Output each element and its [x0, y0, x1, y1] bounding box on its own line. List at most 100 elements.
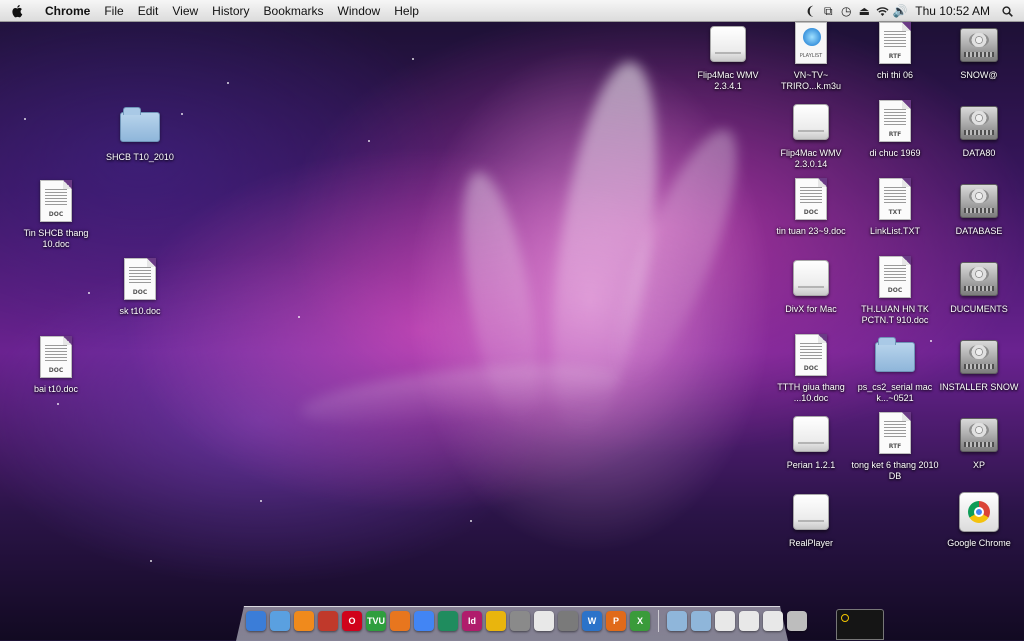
desktop-icon-doc[interactable]: DOC bai t10.doc [12, 336, 100, 395]
menu-clock[interactable]: Thu 10:52 AM [909, 4, 998, 18]
menu-bookmarks[interactable]: Bookmarks [257, 0, 331, 22]
desktop-icon-label: VN~TV~ TRIRO...k.m3u [780, 70, 841, 91]
document-icon: DOC [120, 258, 160, 302]
desktop-icon-hard-drive[interactable]: SNOW@ [935, 22, 1023, 81]
desktop-icon-doc[interactable]: RTF tong ket 6 thang 2010 DB [851, 412, 939, 482]
hard-drive-icon [959, 412, 999, 456]
desktop-icon-label: TH.LUAN HN TK PCTN.T 910.doc [861, 304, 929, 325]
tvu-icon[interactable]: TVU [366, 611, 386, 631]
desktop-icon-label: sk t10.doc [119, 306, 161, 316]
joystick-icon[interactable] [318, 611, 338, 631]
menu-bar: Chrome File Edit View History Bookmarks … [0, 0, 1024, 22]
desktop-icon-label: Perian 1.2.1 [786, 460, 836, 470]
desktop-icon-doc[interactable]: RTF chi thi 06 [851, 22, 939, 81]
playlist-icon: PLAYLIST [791, 22, 831, 66]
vlc-icon[interactable] [294, 611, 314, 631]
desktop-icon-label: SHCB T10_2010 [106, 152, 174, 162]
minimized-window-thumbnail[interactable] [836, 609, 884, 640]
desktop-icon-disk-image[interactable]: RealPlayer [767, 490, 855, 549]
file-type-tag: TXT [888, 209, 902, 216]
menu-help[interactable]: Help [387, 0, 426, 22]
document-icon: TXT [875, 178, 915, 222]
menu-window[interactable]: Window [331, 0, 388, 22]
desktop-icon-folder[interactable]: SHCB T10_2010 [96, 104, 184, 163]
adium-icon[interactable] [486, 611, 506, 631]
desktop-icon-hard-drive[interactable]: DATABASE [935, 178, 1023, 237]
spotlight-search-icon[interactable] [998, 0, 1016, 22]
menu-extras: ❨ ⧉ ◷ ⏏ 🔊 Thu 10:52 AM [801, 0, 1024, 22]
desktop-icon-hard-drive[interactable]: DATA80 [935, 100, 1023, 159]
desktop-icon-disk-image[interactable]: DivX for Mac [767, 256, 855, 315]
desktop-icon-doc[interactable]: DOC Tin SHCB thang 10.doc [12, 180, 100, 250]
documents-stack-icon[interactable] [691, 611, 711, 631]
desktop-icon-label: LinkList.TXT [869, 226, 920, 236]
desktop-icon-doc[interactable]: TXT LinkList.TXT [851, 178, 939, 237]
desktop-icon-google-chrome[interactable]: Google Chrome [935, 490, 1023, 549]
file-type-tag: DOC [48, 367, 64, 374]
desktop-icon-label: RealPlayer [788, 538, 834, 548]
desktop-icon-disk-image[interactable]: Perian 1.2.1 [767, 412, 855, 471]
desktop-icon-folder[interactable]: ps_cs2_serial mac k...~0521 [851, 334, 939, 404]
document-icon: DOC [36, 336, 76, 380]
document-stack-icon[interactable] [739, 611, 759, 631]
disk-image-icon [791, 412, 831, 456]
word-icon[interactable]: W [582, 611, 602, 631]
excel-icon[interactable]: X [630, 611, 650, 631]
script-menu-icon[interactable]: ❨ [801, 0, 819, 22]
chrome-icon[interactable] [414, 611, 434, 631]
downloads-stack-icon[interactable] [715, 611, 735, 631]
dock-separator [658, 610, 659, 632]
finder-icon[interactable] [246, 611, 266, 631]
desktop-icon-doc[interactable]: DOC tin tuan 23~9.doc [767, 178, 855, 237]
folder-icon [875, 334, 915, 378]
time-machine-icon[interactable]: ◷ [837, 0, 855, 22]
applications-stack-icon[interactable] [667, 611, 687, 631]
file-type-tag: RTF [888, 131, 902, 138]
desktop-icon-label: SNOW@ [960, 70, 998, 80]
system-prefs-icon[interactable] [558, 611, 578, 631]
desktop-icon-hard-drive[interactable]: XP [935, 412, 1023, 471]
desktop-icon-doc[interactable]: RTF di chuc 1969 [851, 100, 939, 159]
opera-icon[interactable]: O [342, 611, 362, 631]
dock-items: O TVU Id W P X [244, 608, 809, 634]
trash-icon[interactable] [787, 611, 807, 631]
desktop-icon-doc[interactable]: DOC TH.LUAN HN TK PCTN.T 910.doc [851, 256, 939, 326]
menu-file[interactable]: File [97, 0, 130, 22]
folder-icon [120, 104, 160, 148]
folder-stack-icon[interactable] [763, 611, 783, 631]
wifi-icon[interactable] [873, 0, 891, 22]
sync-icon[interactable]: ⧉ [819, 0, 837, 22]
desktop-icon-label: chi thi 06 [876, 70, 914, 80]
desktop-icon-disk-image[interactable]: Flip4Mac WMV 2.3.4.1 [684, 22, 772, 92]
desktop-icon-hard-drive[interactable]: INSTALLER SNOW [935, 334, 1023, 393]
preview-icon[interactable] [510, 611, 530, 631]
desktop-icon-label: tin tuan 23~9.doc [776, 226, 846, 236]
powerpoint-icon[interactable]: P [606, 611, 626, 631]
desktop-icon-doc[interactable]: DOC TTTH giua thang ...10.doc [767, 334, 855, 404]
safari-icon[interactable] [270, 611, 290, 631]
volume-icon[interactable]: 🔊 [891, 0, 909, 22]
menu-view[interactable]: View [165, 0, 205, 22]
menu-history[interactable]: History [205, 0, 256, 22]
file-type-tag: DOC [132, 289, 148, 296]
desktop-icon-doc[interactable]: DOC sk t10.doc [96, 258, 184, 317]
menu-edit[interactable]: Edit [131, 0, 166, 22]
dreamweaver-icon[interactable] [438, 611, 458, 631]
file-type-tag: DOC [48, 211, 64, 218]
eject-icon[interactable]: ⏏ [855, 0, 873, 22]
desktop-icon-label: DATABASE [955, 226, 1003, 236]
disk-image-icon [791, 256, 831, 300]
apple-menu-icon[interactable] [12, 4, 24, 18]
desktop-icon-playlist[interactable]: PLAYLIST VN~TV~ TRIRO...k.m3u [767, 22, 855, 92]
document-icon: DOC [791, 178, 831, 222]
desktop-icon-hard-drive[interactable]: DUCUMENTS [935, 256, 1023, 315]
menu-app-name[interactable]: Chrome [38, 0, 97, 22]
desktop-icon-disk-image[interactable]: Flip4Mac WMV 2.3.0.14 [767, 100, 855, 170]
firefox-icon[interactable] [390, 611, 410, 631]
google-chrome-icon [959, 490, 999, 534]
document-icon: DOC [36, 180, 76, 224]
indesign-icon[interactable]: Id [462, 611, 482, 631]
textedit-icon[interactable] [534, 611, 554, 631]
document-icon: RTF [875, 412, 915, 456]
desktop-icon-label: di chuc 1969 [869, 148, 921, 158]
